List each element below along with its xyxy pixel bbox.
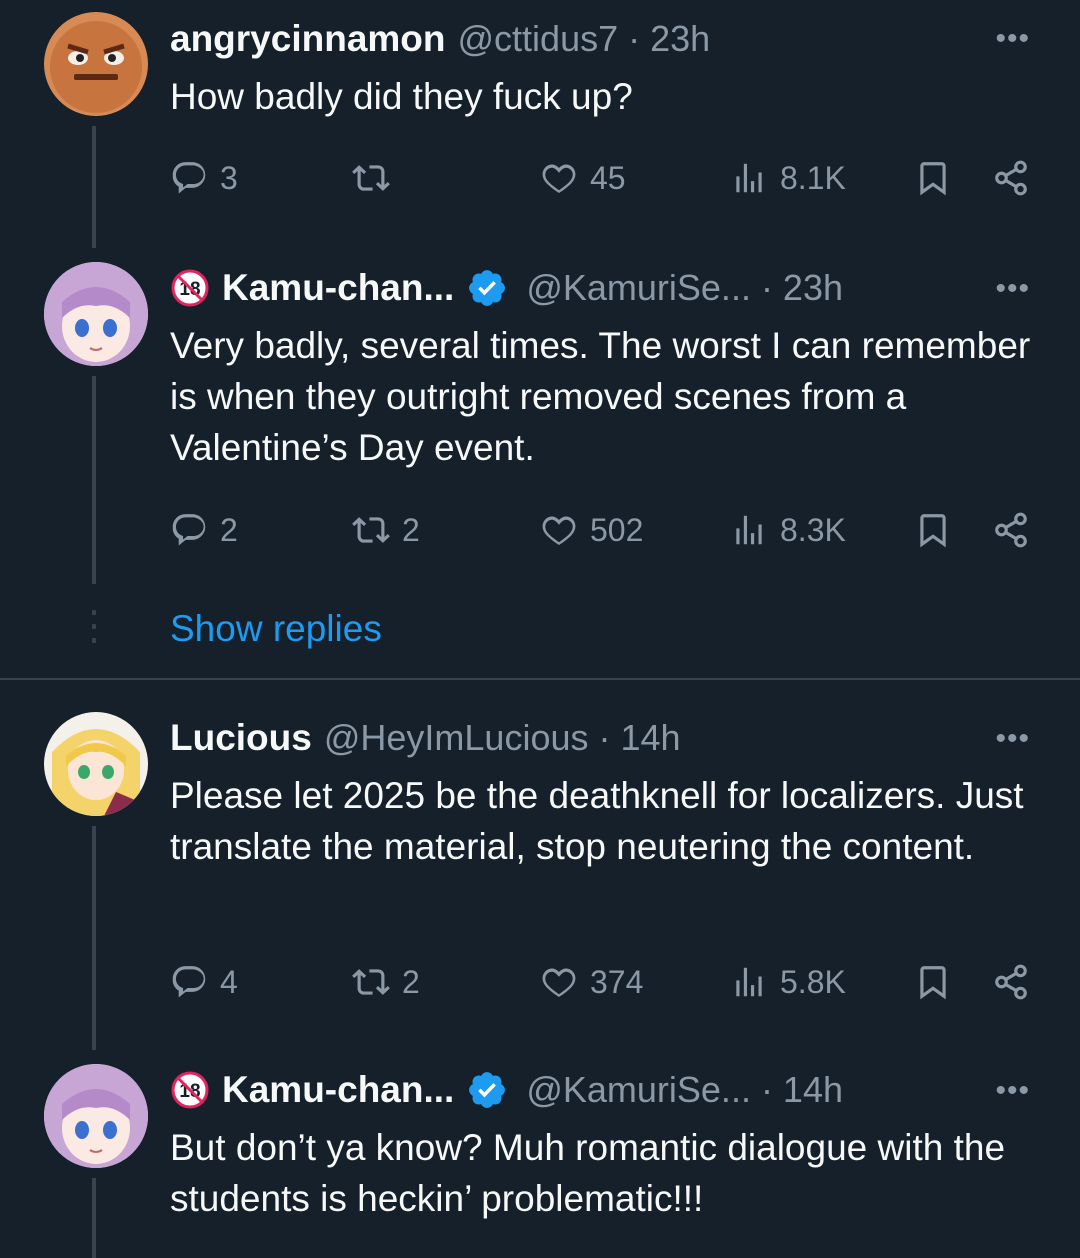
- handle-time[interactable]: @KamuriSe... · 23h: [526, 267, 843, 309]
- view-count: 5.8K: [780, 963, 846, 1000]
- avatar[interactable]: [44, 1064, 148, 1168]
- tweet-text: Very badly, several times. The worst I c…: [170, 325, 1031, 468]
- retweet-icon: [352, 969, 390, 995]
- bookmark-icon: [920, 514, 946, 548]
- thread-line: [92, 1178, 96, 1258]
- age-restricted-18-icon: 18: [171, 269, 209, 307]
- display-name[interactable]: Kamu-chan...: [222, 267, 454, 309]
- share-button[interactable]: [992, 500, 1030, 560]
- display-name[interactable]: Lucious: [170, 717, 312, 759]
- display-name[interactable]: angrycinnamon: [170, 18, 446, 60]
- heart-icon: [542, 968, 576, 998]
- retweet-icon: [352, 165, 390, 191]
- share-button[interactable]: [992, 148, 1030, 208]
- view-count: 8.3K: [780, 511, 846, 548]
- show-replies-link[interactable]: Show replies: [170, 608, 382, 650]
- reply-count: 3: [220, 159, 238, 196]
- share-icon: [995, 160, 1027, 196]
- avatar[interactable]: [44, 262, 148, 366]
- views-button[interactable]: 5.8K: [730, 952, 846, 1012]
- avatar[interactable]: [44, 12, 148, 116]
- handle-time[interactable]: @KamuriSe... · 14h: [526, 1069, 843, 1111]
- share-icon: [995, 964, 1027, 1000]
- action-bar: 2 2 502 8.3K: [170, 500, 1050, 560]
- age-restricted-18-icon: 18: [171, 1071, 209, 1109]
- avatar[interactable]: [44, 712, 148, 816]
- action-bar: 3 45 8.1K: [170, 148, 1050, 208]
- heart-icon: [542, 516, 576, 546]
- divider: [0, 678, 1080, 680]
- reply-icon: [172, 966, 206, 998]
- tweet-header: angrycinnamon @cttidus7 · 23h: [170, 11, 710, 67]
- tweet-header: 18 Kamu-chan... @KamuriSe... · 23h: [170, 260, 843, 316]
- reply-count: 4: [220, 963, 238, 1000]
- retweet-button[interactable]: 2: [352, 500, 420, 560]
- verified-badge-icon: [469, 270, 506, 306]
- reply-icon: [172, 514, 206, 546]
- views-icon: [736, 967, 762, 997]
- views-button[interactable]: 8.3K: [730, 500, 846, 560]
- retweet-count: 2: [402, 511, 420, 548]
- bookmark-button[interactable]: [914, 952, 952, 1012]
- share-button[interactable]: [992, 952, 1030, 1012]
- reply-count: 2: [220, 511, 238, 548]
- bookmark-icon: [920, 162, 946, 196]
- retweet-icon: [352, 517, 390, 543]
- like-count: 502: [590, 511, 644, 548]
- retweet-button[interactable]: [352, 148, 402, 208]
- views-icon: [736, 163, 762, 193]
- display-name[interactable]: Kamu-chan...: [222, 1069, 454, 1111]
- retweet-button[interactable]: 2: [352, 952, 420, 1012]
- reply-button[interactable]: 2: [170, 500, 238, 560]
- tweet-text: Please let 2025 be the deathknell for lo…: [170, 775, 1024, 867]
- tweet-text: How badly did they fuck up?: [170, 76, 633, 117]
- more-options-icon[interactable]: •••: [995, 272, 1030, 306]
- thread-line: [92, 376, 96, 584]
- views-icon: [736, 515, 762, 545]
- thread-line: [92, 126, 96, 248]
- views-button[interactable]: 8.1K: [730, 148, 846, 208]
- handle-time[interactable]: @cttidus7 · 23h: [458, 18, 711, 60]
- tweet-text: But don’t ya know? Muh romantic dialogue…: [170, 1127, 1006, 1219]
- handle-time[interactable]: @HeyImLucious · 14h: [324, 717, 681, 759]
- bookmark-icon: [920, 966, 946, 1000]
- more-options-icon[interactable]: •••: [995, 1074, 1030, 1108]
- reply-button[interactable]: 3: [170, 148, 238, 208]
- view-count: 8.1K: [780, 159, 846, 196]
- like-button[interactable]: 502: [540, 500, 643, 560]
- more-options-icon[interactable]: •••: [995, 22, 1030, 56]
- like-button[interactable]: 374: [540, 952, 643, 1012]
- heart-icon: [542, 164, 576, 194]
- retweet-count: 2: [402, 963, 420, 1000]
- bookmark-button[interactable]: [914, 148, 952, 208]
- bookmark-button[interactable]: [914, 500, 952, 560]
- like-button[interactable]: 45: [540, 148, 626, 208]
- tweet-header: 18 Kamu-chan... @KamuriSe... · 14h: [170, 1062, 843, 1118]
- reply-icon: [172, 162, 206, 194]
- tweet-header: Lucious @HeyImLucious · 14h: [170, 710, 681, 766]
- action-bar: 4 2 374 5.8K: [170, 952, 1050, 1012]
- reply-button[interactable]: 4: [170, 952, 238, 1012]
- share-icon: [995, 512, 1027, 548]
- more-options-icon[interactable]: •••: [995, 722, 1030, 756]
- thread-line: [92, 826, 96, 1050]
- thread-dots: [92, 610, 96, 652]
- verified-badge-icon: [469, 1072, 506, 1108]
- like-count: 374: [590, 963, 644, 1000]
- like-count: 45: [590, 159, 626, 196]
